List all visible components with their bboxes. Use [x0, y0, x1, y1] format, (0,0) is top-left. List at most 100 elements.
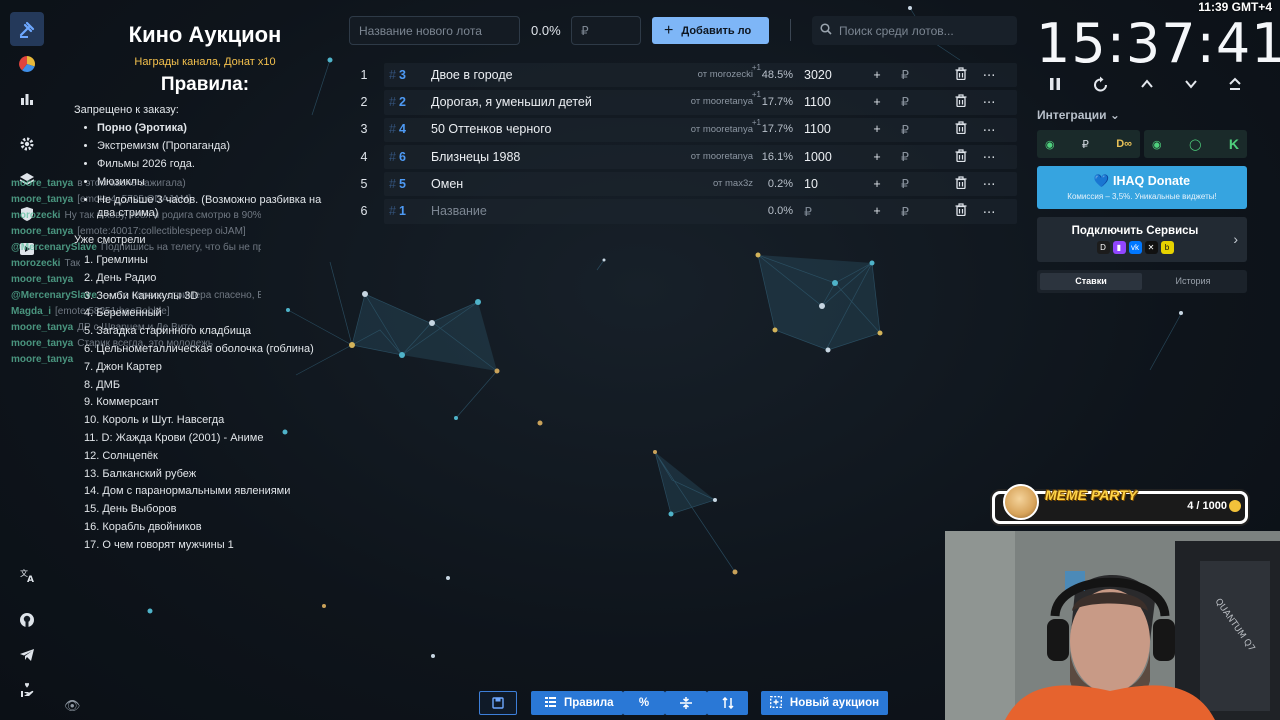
trash-icon[interactable] [947, 67, 975, 83]
more-icon[interactable]: ⋯ [975, 67, 1003, 82]
chat-username: morozecki [11, 258, 61, 269]
lot-position: 2 [360, 94, 368, 109]
gear-icon[interactable] [10, 127, 44, 161]
hash-icon: # [389, 94, 396, 109]
lot-amount[interactable]: ₽ [793, 204, 863, 219]
doge-icon [1003, 484, 1039, 520]
ruble-icon[interactable]: ₽ [891, 176, 919, 191]
ruble-icon[interactable]: ₽ [891, 94, 919, 109]
add-amount-icon[interactable]: + [863, 177, 891, 191]
lot-id-value: 4 [398, 122, 406, 137]
auction-icon[interactable] [10, 12, 44, 46]
ruble-icon[interactable]: ₽ [891, 204, 919, 219]
telegram-icon[interactable] [10, 638, 44, 672]
wheel-icon[interactable] [10, 47, 44, 81]
lot-amount[interactable]: 10 [793, 177, 863, 191]
new-lot-input[interactable]: Название нового лота [349, 16, 520, 45]
lot-author-text: от mooretanya [690, 123, 753, 135]
watched-item: 4. Беременный [84, 307, 162, 320]
lot-author: от mooretanya +1 [681, 90, 761, 107]
ihaq-donate-banner[interactable]: 💙 IHAQ Donate Комиссия – 3,5%. Уникальны… [1037, 166, 1247, 209]
lot-name[interactable]: Омен [431, 177, 681, 191]
tab-history[interactable]: История [1142, 273, 1244, 290]
chat-username: moore_tanya [11, 226, 74, 237]
github-icon[interactable] [10, 603, 44, 637]
trash-icon[interactable] [947, 176, 975, 192]
lot-name[interactable]: Двое в городе [431, 68, 681, 82]
integration-card-left: ₽ [1081, 138, 1089, 151]
add-amount-icon[interactable]: + [863, 68, 891, 82]
lot-author: от mooretanya [681, 151, 753, 162]
save-icon[interactable] [479, 691, 517, 715]
add-amount-icon[interactable]: + [863, 204, 891, 218]
compact-toggle-icon[interactable] [665, 691, 707, 715]
lot-author-text: от max3z [712, 178, 753, 190]
integrations-toggle[interactable]: Интеграции ⌄ [1037, 108, 1120, 122]
new-lot-amount-input[interactable]: ₽ [571, 16, 641, 45]
lot-position: 6 [360, 204, 368, 219]
lot-id: #2 [379, 95, 431, 109]
integration-card-kick[interactable]: ◉ ◯ K [1144, 130, 1247, 158]
more-icon[interactable]: ⋯ [975, 204, 1003, 219]
lot-search-input[interactable]: Поиск среди лотов... [812, 16, 1017, 45]
more-icon[interactable]: ⋯ [975, 122, 1003, 137]
ruble-icon[interactable]: ₽ [891, 149, 919, 164]
prohibited-item: Фильмы 2026 года. [97, 158, 336, 171]
chevron-up-icon[interactable] [1140, 76, 1154, 100]
lot-amount[interactable]: 3020 [793, 68, 863, 82]
lot-row: 2 #2 Дорогая, я уменьшил детей от mooretany… [349, 88, 1017, 115]
watched-item: 11. D: Жажда Крови (2001) - Аниме [84, 431, 264, 444]
connect-services-button[interactable]: Подключить Сервисы D ▮ vk ✕ b › [1037, 217, 1247, 262]
add-amount-icon[interactable]: + [863, 95, 891, 109]
add-amount-icon[interactable]: + [863, 150, 891, 164]
chat-username: moore_tanya [11, 322, 74, 333]
chat-username: morozecki [11, 210, 61, 221]
watched-item: 10. Король и Шут. Навсегда [84, 414, 225, 427]
tab-bets[interactable]: Ставки [1040, 273, 1142, 290]
more-icon[interactable]: ⋯ [975, 94, 1003, 109]
rules-button-label: Правила [564, 697, 614, 709]
chevron-down-icon: ⌄ [1109, 108, 1120, 122]
donate-title: IHAQ Donate [1112, 174, 1191, 188]
sort-icon[interactable] [707, 691, 748, 715]
watched-item: 3. Зомби Каникулы 3D [84, 289, 199, 302]
trash-icon[interactable] [947, 121, 975, 137]
ruble-icon[interactable]: ₽ [891, 67, 919, 82]
twitch-icon: ▮ [1112, 241, 1126, 254]
more-icon[interactable]: ⋯ [975, 149, 1003, 164]
lot-amount[interactable]: 1100 [793, 122, 863, 136]
chevron-down-icon[interactable] [1184, 76, 1198, 100]
lot-amount[interactable]: 1000 [793, 150, 863, 164]
trash-icon[interactable] [947, 203, 975, 219]
rules-button[interactable]: Правила [531, 691, 623, 715]
ruble-icon[interactable]: ₽ [891, 122, 919, 137]
pause-icon[interactable] [1048, 76, 1062, 100]
add-lot-button[interactable]: + Добавить ло [652, 17, 769, 44]
lot-name[interactable]: Название [431, 204, 681, 218]
double-chevron-up-icon[interactable] [1228, 76, 1242, 100]
lot-id-value: 6 [398, 149, 406, 164]
add-amount-icon[interactable]: + [863, 122, 891, 136]
trash-icon[interactable] [947, 94, 975, 110]
hash-icon: # [389, 149, 396, 164]
lot-author-text: от mooretanya [690, 151, 753, 163]
trash-icon[interactable] [947, 148, 975, 165]
chat-username: moore_tanya [11, 274, 74, 285]
lot-row: 6 #1 Название 0.0% ₽ + ₽ ⋯ [349, 197, 1017, 224]
integration-card-donatepay[interactable]: ◉ ₽ D∞ [1037, 130, 1140, 158]
lot-author: от mooretanya +1 [681, 118, 761, 135]
new-auction-button[interactable]: Новый аукцион [761, 691, 888, 715]
lot-position: 1 [360, 67, 368, 82]
more-icon[interactable]: ⋯ [975, 176, 1003, 191]
percent-toggle-button[interactable]: % [623, 691, 665, 715]
lot-name[interactable]: 50 Оттенков черного [431, 122, 681, 136]
translate-icon[interactable]: 文A [10, 558, 44, 592]
reset-icon[interactable] [1092, 76, 1110, 100]
lot-name[interactable]: Близнецы 1988 [431, 150, 681, 164]
services-title: Подключить Сервисы [1071, 225, 1199, 237]
lot-name[interactable]: Дорогая, я уменьшил детей [431, 95, 681, 109]
stats-icon[interactable] [10, 82, 44, 116]
rules-heading: Правила: [160, 74, 250, 95]
bottom-toolbar: Правила % Новый аукцион [0, 691, 1280, 715]
lot-amount[interactable]: 1100 [793, 95, 863, 109]
